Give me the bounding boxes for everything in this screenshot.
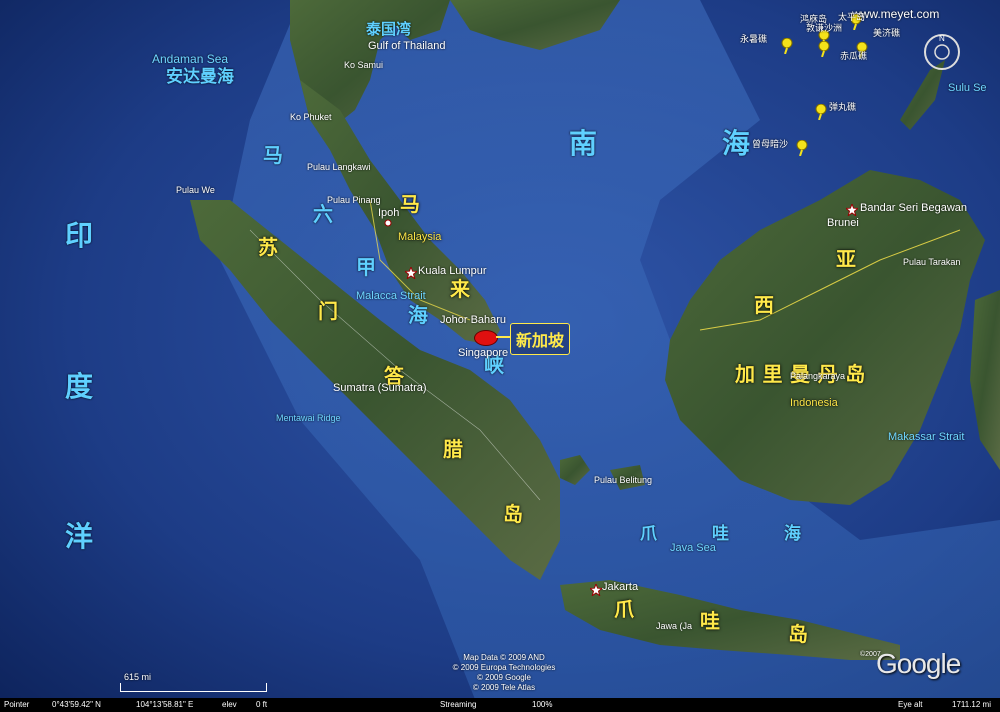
- pulau-langkawi-label: Pulau Langkawi: [307, 162, 371, 172]
- malay-cn-2: 来: [450, 279, 470, 301]
- spratly-label-6: 赤瓜礁: [840, 51, 868, 61]
- pulau-pinang-label: Pulau Pinang: [327, 195, 381, 205]
- java-sea-cn-2: 哇: [712, 524, 729, 543]
- attribution-line: © 2009 Tele Atlas: [472, 683, 536, 692]
- indonesia-label: Indonesia: [790, 397, 838, 409]
- spratly-label-7: 弹丸礁: [829, 102, 857, 112]
- malacca-cn-2: 六: [313, 204, 333, 226]
- ipoh-dot-icon[interactable]: [384, 219, 392, 227]
- java-sea-cn-1: 爪: [640, 524, 657, 543]
- jakarta-label: Jakarta: [602, 581, 639, 593]
- map-attribution: Map Data © 2009 AND © 2009 Europa Techno…: [434, 653, 574, 693]
- pulau-tarakan-label: Pulau Tarakan: [903, 257, 961, 267]
- java-label: Jawa (Ja: [656, 621, 693, 631]
- eye-alt-readout: 1711.12 mi: [952, 700, 991, 709]
- spratly-label-2: 敦谦沙洲: [806, 23, 843, 33]
- kuala-lumpur-star-icon[interactable]: [405, 267, 417, 279]
- johor-baharu-label: Johor Baharu: [440, 314, 507, 326]
- andaman-sea-label: Andaman Sea: [152, 52, 229, 66]
- eye-alt-label: Eye alt: [898, 700, 923, 709]
- sulu-sea-label: Sulu Se: [948, 82, 987, 94]
- singapore-marker-icon[interactable]: [474, 330, 498, 346]
- latitude-readout: 0°43'59.42" N: [52, 700, 101, 709]
- pointer-label: Pointer: [4, 700, 30, 709]
- attribution-line: Map Data © 2009 AND: [463, 653, 545, 662]
- map-view[interactable]: www.meyet.com N 泰国湾 Gulf of Thailand And…: [0, 0, 1000, 712]
- mentawai-ridge-label: Mentawai Ridge: [276, 413, 341, 423]
- compass-icon[interactable]: N: [922, 32, 962, 72]
- longitude-readout: 104°13'58.81" E: [136, 700, 194, 709]
- spratly-label-5: 美济礁: [873, 28, 901, 38]
- kuala-lumpur-label: Kuala Lumpur: [418, 265, 487, 277]
- scale-label: 615 mi: [124, 672, 152, 682]
- java-cn-3: 岛: [788, 624, 808, 646]
- pushpin-icon[interactable]: [780, 38, 794, 54]
- scale-bar: [120, 683, 267, 692]
- java-sea-cn-3: 海: [784, 524, 801, 543]
- gulf-of-thailand-label: Gulf of Thailand: [368, 40, 446, 52]
- malacca-cn-3: 甲: [356, 257, 376, 279]
- sumatra-cn-2: 门: [318, 301, 338, 323]
- malacca-cn-5: 峡: [484, 355, 504, 377]
- malay-cn-1: 马: [400, 194, 420, 216]
- makassar-strait-label: Makassar Strait: [888, 431, 965, 443]
- spratly-label-4: 太平岛: [838, 12, 866, 22]
- java-cn-1: 爪: [614, 599, 634, 621]
- south-china-sea-cn-1: 南: [569, 128, 598, 159]
- jakarta-star-icon[interactable]: [590, 584, 602, 596]
- malaysia-label: Malaysia: [398, 231, 442, 243]
- andaman-sea-cn-label: 安达曼海: [166, 67, 234, 86]
- brunei-label: Brunei: [827, 217, 859, 229]
- pushpin-icon[interactable]: [795, 140, 809, 156]
- indian-ocean-cn-1: 印: [65, 220, 94, 251]
- attribution-line: © 2009 Google: [477, 673, 531, 682]
- pulau-we-label: Pulau We: [176, 185, 215, 195]
- ko-phuket-label: Ko Phuket: [290, 112, 332, 122]
- malacca-cn-4: 海: [408, 305, 428, 327]
- ko-samui-label: Ko Samui: [344, 60, 384, 70]
- elevation-label: elev: [222, 700, 237, 709]
- streaming-percent: 100%: [532, 700, 553, 709]
- sumatra-cn-1: 苏: [258, 237, 278, 259]
- java-cn-2: 哇: [700, 611, 720, 633]
- java-sea-label: Java Sea: [670, 542, 716, 554]
- malacca-strait-label: Malacca Strait: [356, 290, 426, 302]
- pushpin-icon[interactable]: [817, 41, 831, 57]
- status-bar: Pointer 0°43'59.42" N 104°13'58.81" E el…: [0, 698, 1000, 712]
- sumatra-label: Sumatra (Sumatra): [333, 382, 427, 394]
- google-logo: Google: [876, 648, 961, 679]
- south-china-sea-cn-2: 海: [722, 128, 751, 159]
- pushpin-icon[interactable]: [814, 104, 828, 120]
- bandar-star-icon[interactable]: [846, 204, 858, 216]
- streaming-label: Streaming: [440, 700, 477, 709]
- spratly-label-8: 曾母暗沙: [752, 139, 789, 149]
- singapore-label: Singapore: [458, 347, 509, 359]
- watermark-text: www.meyet.com: [852, 7, 940, 21]
- attribution-line: © 2009 Europa Technologies: [452, 663, 556, 672]
- elevation-readout: 0 ft: [256, 700, 268, 709]
- indian-ocean-cn-3: 洋: [65, 521, 94, 552]
- borneo-cn-top-1: 亚: [836, 249, 856, 271]
- ipoh-label: Ipoh: [378, 207, 400, 219]
- singapore-cn-callout[interactable]: 新加坡: [510, 323, 571, 355]
- singapore-leader-line: [496, 336, 510, 338]
- pulau-belitung-label: Pulau Belitung: [594, 475, 653, 485]
- bandar-seri-begawan-label: Bandar Seri Begawan: [860, 202, 968, 214]
- malacca-cn-1: 马: [263, 145, 283, 167]
- sumatra-cn-4: 腊: [443, 439, 463, 461]
- borneo-cn-top-2: 西: [754, 295, 774, 317]
- gulf-of-thailand-cn-label: 泰国湾: [366, 21, 412, 38]
- palangkaraya-label: Palangkaraya: [790, 371, 846, 381]
- spratly-label-3: 永暑礁: [740, 34, 768, 44]
- svg-text:N: N: [939, 34, 945, 43]
- sumatra-cn-5: 岛: [503, 504, 523, 526]
- indian-ocean-cn-2: 度: [65, 371, 94, 402]
